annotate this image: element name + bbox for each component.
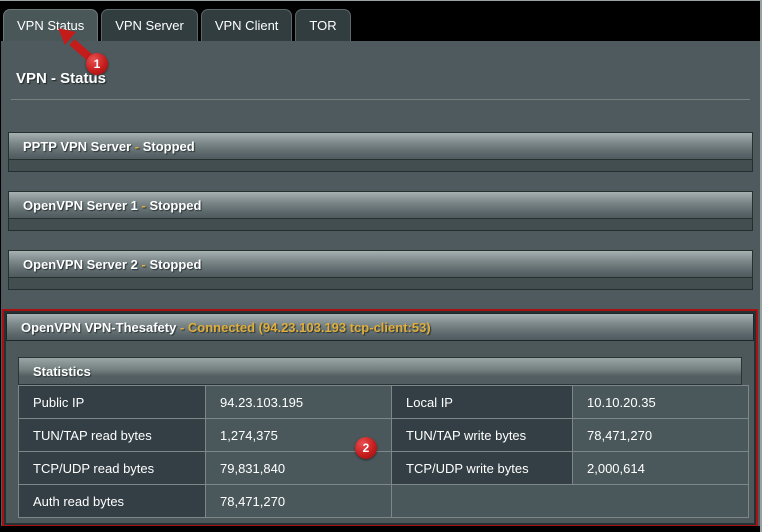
annotation-marker-1: 1: [86, 53, 108, 75]
stat-value: 78,471,270: [206, 485, 392, 518]
section-header-openvpn2[interactable]: OpenVPN Server 2 - Stopped: [8, 250, 753, 278]
statistics-header: Statistics: [18, 357, 742, 385]
title-divider: [11, 99, 750, 100]
section-header-pptp[interactable]: PPTP VPN Server - Stopped: [8, 132, 753, 160]
section-header-thesafety[interactable]: OpenVPN VPN-Thesafety - Connected (94.23…: [6, 313, 754, 341]
section-openvpn-server-1: OpenVPN Server 1 - Stopped: [8, 191, 753, 231]
stat-label: TCP/UDP read bytes: [19, 452, 206, 485]
stat-label: TCP/UDP write bytes: [392, 452, 573, 485]
section-pptp-vpn-server: PPTP VPN Server - Stopped: [8, 132, 753, 172]
section-title: OpenVPN VPN-Thesafety: [21, 320, 176, 335]
section-openvpn-server-2: OpenVPN Server 2 - Stopped: [8, 250, 753, 290]
annotation-marker-2: 2: [355, 437, 377, 459]
table-row: TUN/TAP read bytes 1,274,375 TUN/TAP wri…: [19, 419, 749, 452]
vpn-tab-bar: VPN Status VPN Server VPN Client TOR: [0, 1, 760, 41]
stat-value: 78,471,270: [573, 419, 749, 452]
section-separator: -: [131, 139, 143, 154]
section-separator: -: [176, 320, 188, 335]
section-title: OpenVPN Server 1: [23, 198, 138, 213]
stat-value: 94.23.103.195: [206, 386, 392, 419]
section-separator: -: [138, 198, 150, 213]
tab-vpn-client[interactable]: VPN Client: [201, 9, 293, 41]
page-body: VPN - Status PPTP VPN Server - Stopped O…: [1, 41, 760, 526]
section-status: Stopped: [149, 198, 201, 213]
section-collapsed-strip: [8, 278, 753, 290]
section-header-openvpn1[interactable]: OpenVPN Server 1 - Stopped: [8, 191, 753, 219]
section-collapsed-strip: [8, 219, 753, 231]
page-title: VPN - Status: [16, 70, 760, 87]
stat-label: TUN/TAP read bytes: [19, 419, 206, 452]
section-body: Statistics Public IP 94.23.103.195 Local…: [6, 341, 754, 523]
highlight-red-border: OpenVPN VPN-Thesafety - Connected (94.23…: [2, 309, 758, 526]
section-collapsed-strip: [8, 160, 753, 172]
stat-empty-cell: [392, 485, 749, 518]
section-status: Stopped: [143, 139, 195, 154]
table-row: Public IP 94.23.103.195 Local IP 10.10.2…: [19, 386, 749, 419]
stat-label: Public IP: [19, 386, 206, 419]
stat-value: 2,000,614: [573, 452, 749, 485]
stat-value: 10.10.20.35: [573, 386, 749, 419]
tab-tor[interactable]: TOR: [295, 9, 350, 41]
table-row: TCP/UDP read bytes 79,831,840 TCP/UDP wr…: [19, 452, 749, 485]
section-title: PPTP VPN Server: [23, 139, 131, 154]
section-status-connected: Connected (94.23.103.193 tcp-client:53): [188, 320, 431, 335]
section-status: Stopped: [149, 257, 201, 272]
tab-vpn-server[interactable]: VPN Server: [101, 9, 198, 41]
table-row: Auth read bytes 78,471,270: [19, 485, 749, 518]
section-separator: -: [138, 257, 150, 272]
statistics-table: Public IP 94.23.103.195 Local IP 10.10.2…: [18, 385, 749, 518]
stat-label: Local IP: [392, 386, 573, 419]
stat-label: TUN/TAP write bytes: [392, 419, 573, 452]
stat-label: Auth read bytes: [19, 485, 206, 518]
section-title: OpenVPN Server 2: [23, 257, 138, 272]
section-openvpn-thesafety: OpenVPN VPN-Thesafety - Connected (94.23…: [6, 313, 754, 523]
tab-vpn-status[interactable]: VPN Status: [3, 9, 98, 41]
router-admin-screen: VPN Status VPN Server VPN Client TOR VPN…: [0, 0, 762, 532]
